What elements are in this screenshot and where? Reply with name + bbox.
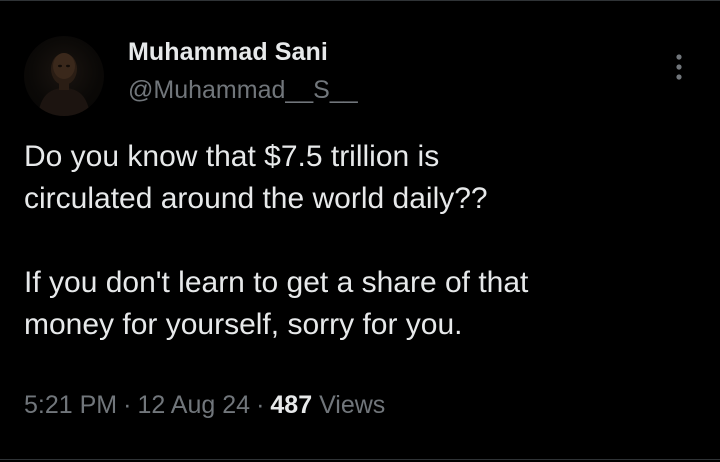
tweet-line: Do you know that $7.5 trillion is: [24, 140, 440, 173]
tweet-date[interactable]: 12 Aug 24: [137, 391, 250, 419]
more-options-button[interactable]: [664, 50, 694, 84]
meta-separator: ·: [123, 391, 132, 419]
tweet-text: Do you know that $7.5 trillion is circul…: [24, 136, 696, 346]
views-label: Views: [319, 391, 386, 419]
tweet-meta: 5:21 PM · 12 Aug 24 · 487 Views: [24, 391, 385, 420]
top-divider: [0, 0, 720, 1]
meta-separator: ·: [256, 391, 265, 419]
author-display-name[interactable]: Muhammad Sani: [128, 38, 328, 67]
author-avatar[interactable]: [24, 36, 104, 116]
tweet-line: money for yourself, sorry for you.: [24, 308, 463, 341]
profile-photo-avatar-icon: [38, 53, 90, 116]
author-handle[interactable]: @Muhammad__S__: [128, 76, 358, 105]
bottom-divider: [0, 459, 720, 460]
tweet-line: If you don't learn to get a share of tha…: [24, 266, 529, 299]
tweet-line: circulated around the world daily??: [24, 182, 488, 215]
tweet-time[interactable]: 5:21 PM: [24, 391, 117, 419]
views-count: 487: [270, 391, 313, 419]
more-vertical-icon: [676, 54, 682, 80]
